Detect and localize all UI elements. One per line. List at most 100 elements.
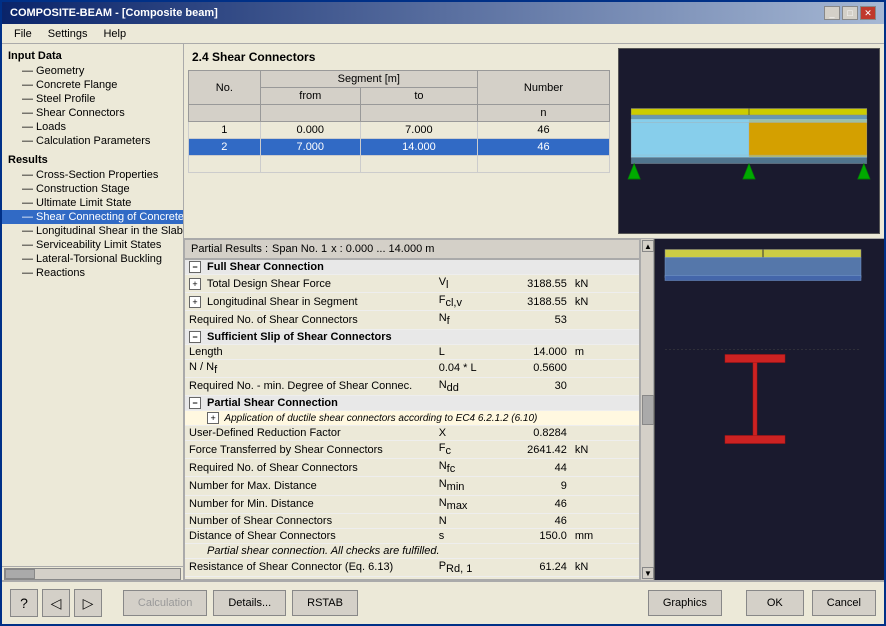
graphics-svg (655, 239, 871, 580)
expand-icon-sufficient-slip[interactable]: − (189, 331, 201, 343)
sym-num-sc: N (435, 513, 503, 528)
ok-button[interactable]: OK (746, 590, 804, 616)
sidebar-item-shear-connecting[interactable]: — Shear Connecting of Concrete Flange (2, 210, 183, 224)
result-row: Force Transferred by Shear Connectors Fc… (185, 440, 639, 458)
expand-icon-long-shear[interactable]: + (189, 296, 201, 308)
result-row: Number for Max. Distance Nmin 9 (185, 477, 639, 495)
beam-svg (619, 49, 879, 233)
results-header: Results (2, 152, 183, 168)
result-row: Number for Min. Distance Nmax 46 (185, 495, 639, 513)
left-panel: Input Data — Geometry — Concrete Flange … (2, 44, 184, 580)
unit-dist-sc: mm (571, 528, 639, 543)
sidebar-item-longitudinal-shear[interactable]: — Longitudinal Shear in the Slab (2, 224, 183, 238)
row1-no: 1 (189, 122, 261, 139)
result-row: Resistance of Shear Connector (Eq. 6.13)… (185, 558, 639, 576)
unit-req-no (571, 311, 639, 329)
val-long-shear: 3188.55 (503, 293, 571, 311)
main-window: COMPOSITE-BEAM - [Composite beam] _ □ ✕ … (0, 0, 886, 626)
scroll-thumb[interactable] (642, 395, 654, 425)
expand-icon-partial-shear[interactable]: − (189, 397, 201, 409)
col-to-sub (360, 105, 477, 122)
unit-force-transfer: kN (571, 440, 639, 458)
result-row: Distance of Shear Connectors s 150.0 mm (185, 528, 639, 543)
graphics-panel (654, 239, 884, 580)
label-force-transfer: Force Transferred by Shear Connectors (185, 440, 435, 458)
details-button[interactable]: Details... (213, 590, 286, 616)
section-full-shear: − Full Shear Connection (185, 260, 639, 275)
row1-to: 7.000 (360, 122, 477, 139)
unit-length: m (571, 344, 639, 359)
sidebar-item-uls[interactable]: — Ultimate Limit State (2, 196, 183, 210)
calculation-button[interactable]: Calculation (123, 590, 207, 616)
title-bar-buttons: _ □ ✕ (824, 6, 876, 20)
sidebar-item-geometry[interactable]: — Geometry (2, 64, 183, 78)
val-num-max: 9 (503, 477, 571, 495)
scroll-down-btn[interactable]: ▼ (642, 567, 654, 579)
label-length: Length (185, 344, 435, 359)
minimize-button[interactable]: _ (824, 6, 840, 20)
expand-icon-total-shear[interactable]: + (189, 278, 201, 290)
toolbar-center: Calculation Details... RSTAB (110, 590, 371, 616)
unit-total-shear: kN (571, 275, 639, 293)
label-num-max: Number for Max. Distance (185, 477, 435, 495)
sidebar-item-construction[interactable]: — Construction Stage (2, 182, 183, 196)
val-total-shear: 3188.55 (503, 275, 571, 293)
col-n: n (477, 105, 609, 122)
table-row[interactable]: 2 7.000 14.000 46 (189, 139, 610, 156)
input-data-header: Input Data (2, 48, 183, 64)
sidebar-item-ltb[interactable]: — Lateral-Torsional Buckling (2, 252, 183, 266)
rstab-button[interactable]: RSTAB (292, 590, 358, 616)
sidebar-item-sls[interactable]: — Serviceability Limit States (2, 238, 183, 252)
sidebar-item-concrete-flange[interactable]: — Concrete Flange (2, 78, 183, 92)
prev-icon-btn[interactable]: ◁ (42, 589, 70, 617)
val-resistance: 61.24 (503, 558, 571, 576)
results-table-container[interactable]: − Full Shear Connection + Total Design S… (184, 259, 640, 580)
label-num-min: Number for Min. Distance (185, 495, 435, 513)
vertical-scrollbar[interactable]: ▲ ▼ (640, 239, 654, 580)
maximize-button[interactable]: □ (842, 6, 858, 20)
right-panel: 2.4 Shear Connectors No. Segment [m] Num… (184, 44, 884, 580)
val-req-no-fc: 44 (503, 459, 571, 477)
table-row-empty (189, 156, 610, 173)
cancel-button[interactable]: Cancel (812, 590, 876, 616)
sidebar-item-cross-section[interactable]: — Cross-Section Properties (2, 168, 183, 182)
unit-req-no-fc (571, 459, 639, 477)
menu-file[interactable]: File (6, 26, 40, 42)
sidebar-item-reactions[interactable]: — Reactions (2, 266, 183, 280)
unit-n-nf (571, 359, 639, 377)
menu-help[interactable]: Help (95, 26, 134, 42)
result-row: + Longitudinal Shear in Segment Fcl,v 31… (185, 293, 639, 311)
sym-num-max: Nmin (435, 477, 503, 495)
expand-icon-full-shear[interactable]: − (189, 261, 201, 273)
unit-resistance: kN (571, 558, 639, 576)
left-panel-scrollbar[interactable] (2, 566, 183, 580)
expand-icon-ec4[interactable]: + (207, 412, 219, 424)
result-row: Length L 14.000 m (185, 344, 639, 359)
sym-force-transfer: Fc (435, 440, 503, 458)
graphics-button[interactable]: Graphics (648, 590, 722, 616)
next-icon-btn[interactable]: ▷ (74, 589, 102, 617)
val-num-sc: 46 (503, 513, 571, 528)
help-icon-btn[interactable]: ? (10, 589, 38, 617)
toolbar-left: ? ◁ ▷ (10, 589, 102, 617)
results-table: − Full Shear Connection + Total Design S… (185, 260, 639, 577)
sidebar-item-loads[interactable]: — Loads (2, 120, 183, 134)
sidebar-item-calc-params[interactable]: — Calculation Parameters (2, 134, 183, 148)
section-sufficient-slip: − Sufficient Slip of Shear Connectors (185, 329, 639, 344)
menu-settings[interactable]: Settings (40, 26, 96, 42)
unit-req-min (571, 377, 639, 395)
menu-bar: File Settings Help (2, 24, 884, 44)
title-bar: COMPOSITE-BEAM - [Composite beam] _ □ ✕ (2, 2, 884, 24)
sidebar-item-shear-connectors[interactable]: — Shear Connectors (2, 106, 183, 120)
close-button[interactable]: ✕ (860, 6, 876, 20)
col-no-sub (189, 105, 261, 122)
sidebar-item-steel-profile[interactable]: — Steel Profile (2, 92, 183, 106)
table-row[interactable]: 1 0.000 7.000 46 (189, 122, 610, 139)
val-req-min: 30 (503, 377, 571, 395)
bottom-toolbar: ? ◁ ▷ Calculation Details... RSTAB Graph… (2, 580, 884, 624)
partial-results-label: Partial Results : (191, 243, 268, 255)
partial-results-header: Partial Results : Span No. 1 x : 0.000 .… (184, 239, 640, 259)
scroll-up-btn[interactable]: ▲ (642, 240, 654, 252)
shear-connectors-table: No. Segment [m] Number from to (188, 70, 610, 173)
results-area: Partial Results : Span No. 1 x : 0.000 .… (184, 239, 884, 580)
